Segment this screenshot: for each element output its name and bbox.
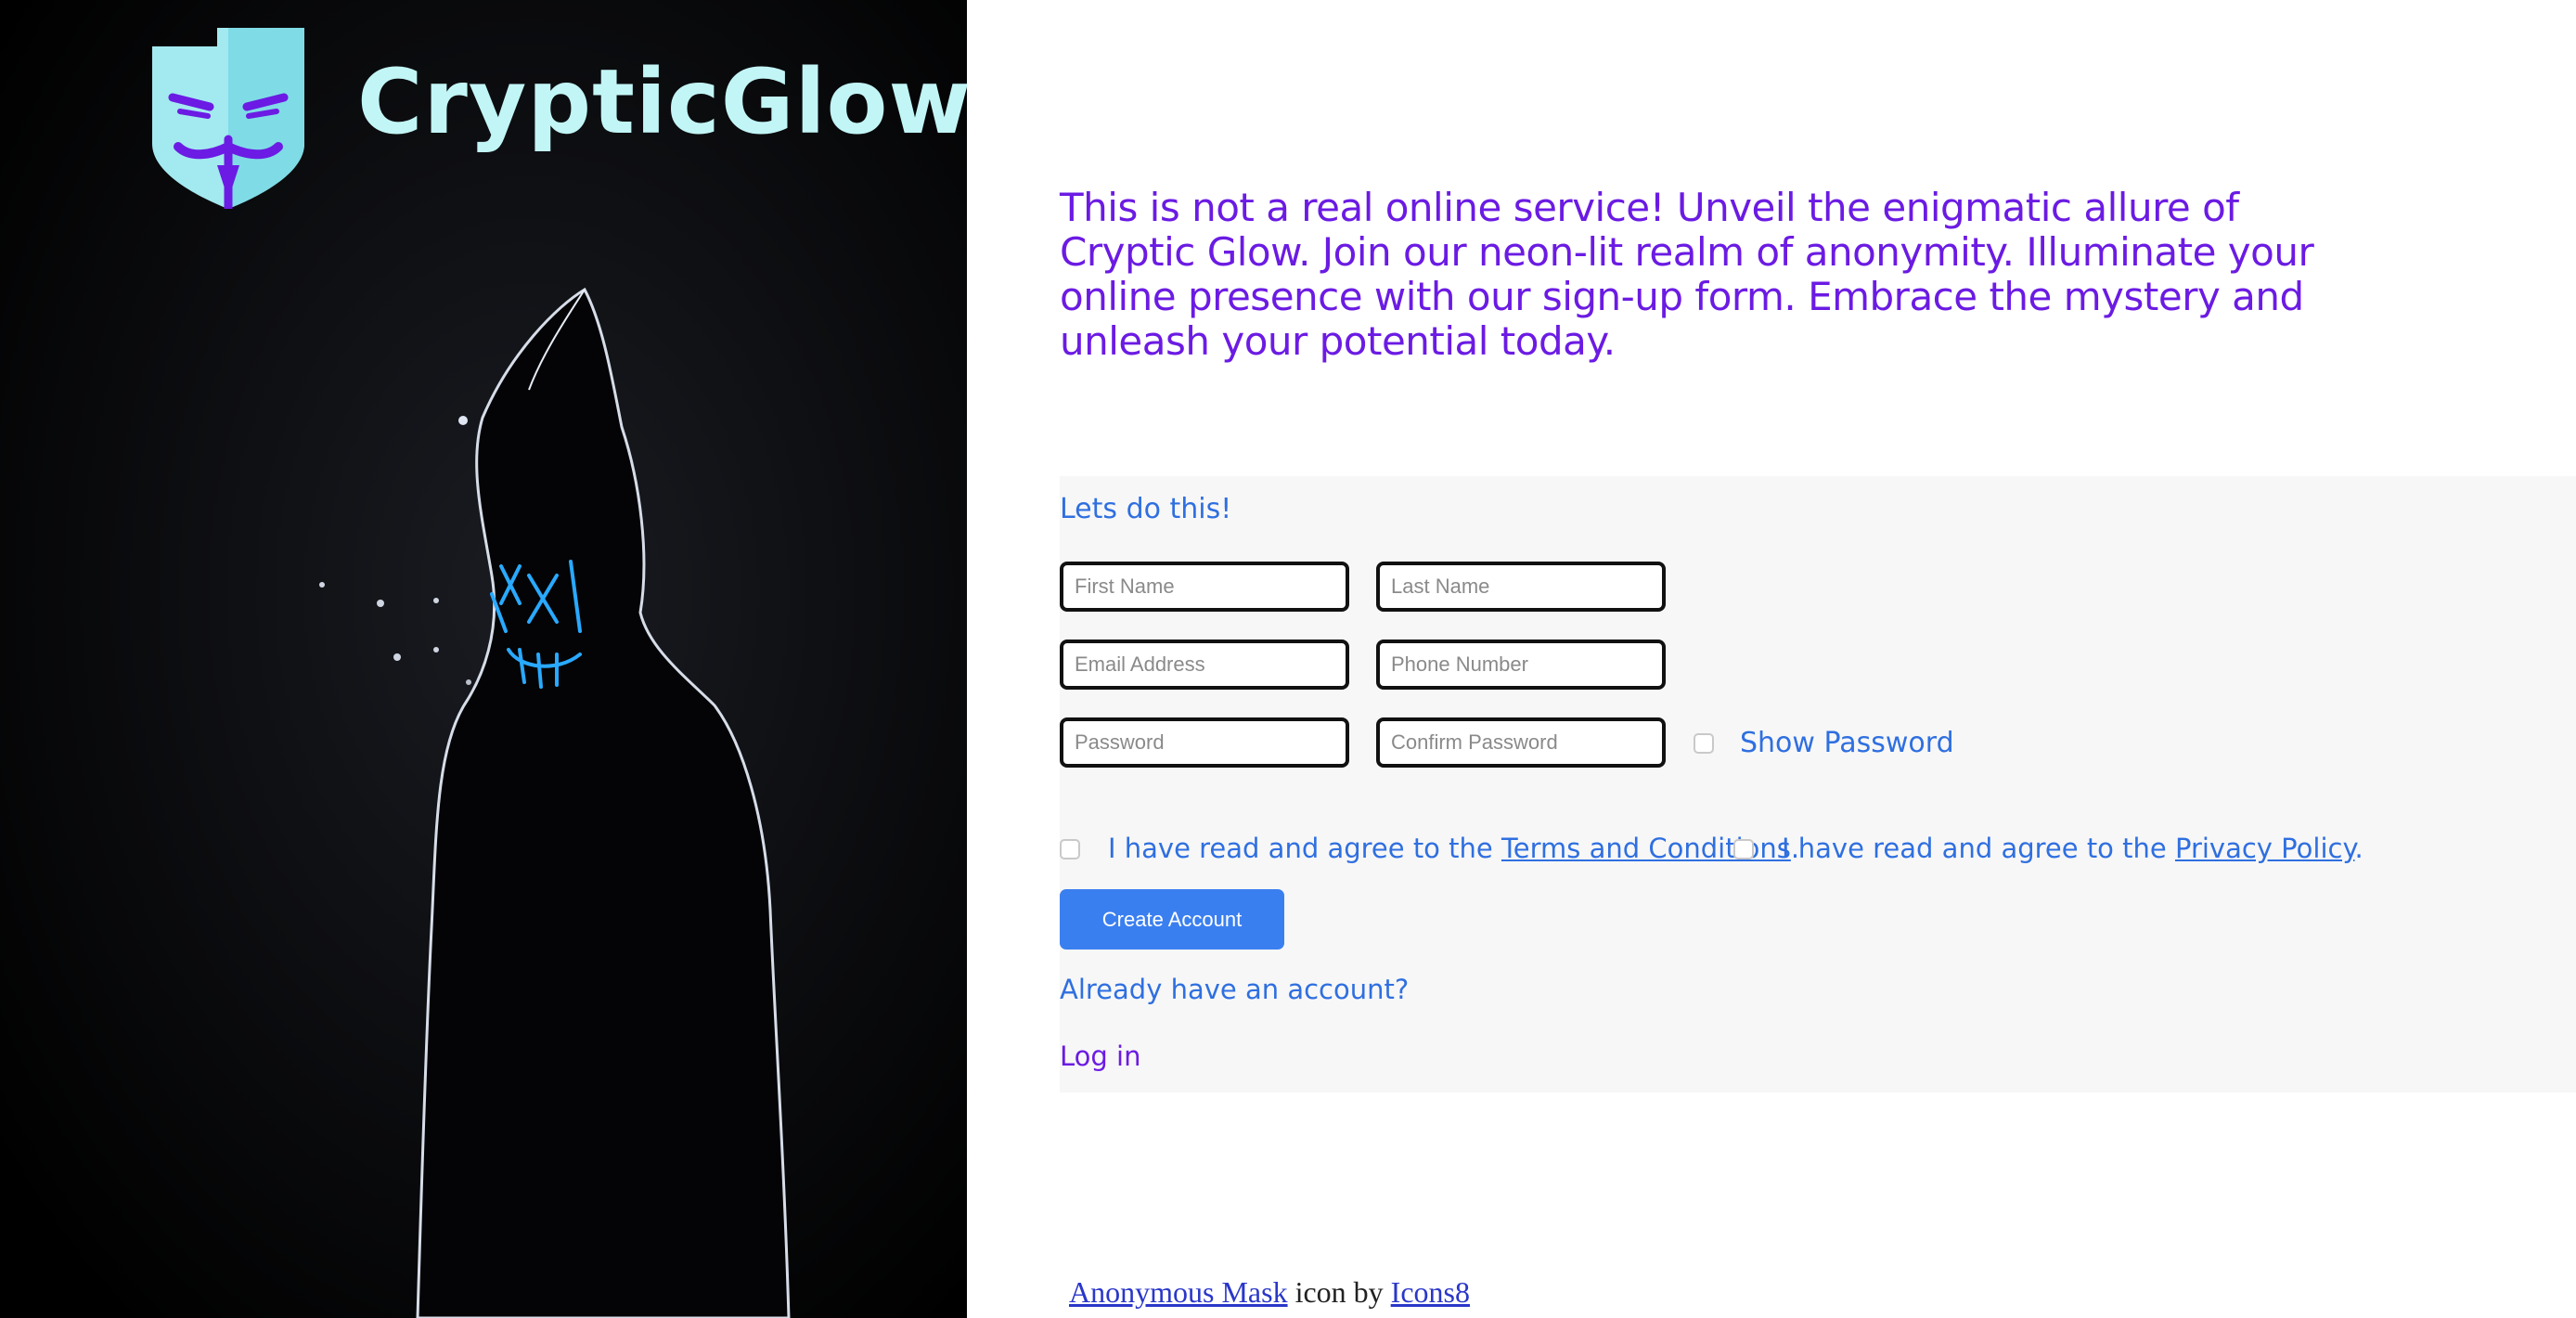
terms-checkbox[interactable] <box>1060 839 1080 859</box>
icons8-link[interactable]: Icons8 <box>1391 1275 1470 1309</box>
hooded-figure-image <box>0 0 967 1318</box>
privacy-suffix: . <box>2354 833 2363 864</box>
first-name-input[interactable] <box>1060 562 1349 612</box>
show-password-checkbox[interactable] <box>1694 733 1714 754</box>
email-input[interactable] <box>1060 640 1349 690</box>
anonymous-mask-link[interactable]: Anonymous Mask <box>1069 1275 1288 1309</box>
show-password-label[interactable]: Show Password <box>1740 727 1954 759</box>
privacy-link[interactable]: Privacy Policy <box>2175 833 2355 864</box>
intro-text: This is not a real online service! Unvei… <box>1060 185 2314 364</box>
hero-panel: CrypticGlow <box>0 0 967 1318</box>
credit-middle: icon by <box>1287 1275 1391 1309</box>
create-account-button[interactable]: Create Account <box>1060 889 1284 950</box>
brand-name: CrypticGlow <box>357 50 967 154</box>
form-heading: Lets do this! <box>1060 493 1232 525</box>
already-have-account-text: Already have an account? <box>1060 974 1410 1005</box>
terms-prefix: I have read and agree to the <box>1108 833 1501 864</box>
terms-agreement: I have read and agree to the Terms and C… <box>1108 833 1799 864</box>
privacy-prefix: I have read and agree to the <box>1782 833 2175 864</box>
password-input[interactable] <box>1060 717 1349 768</box>
anonymous-mask-icon <box>152 28 304 209</box>
last-name-input[interactable] <box>1376 562 1666 612</box>
log-in-link[interactable]: Log in <box>1060 1040 1140 1072</box>
confirm-password-input[interactable] <box>1376 717 1666 768</box>
phone-input[interactable] <box>1376 640 1666 690</box>
privacy-checkbox[interactable] <box>1733 839 1754 859</box>
signup-form: Lets do this! Show Password I have read … <box>1060 476 2576 1092</box>
privacy-agreement: I have read and agree to the Privacy Pol… <box>1782 833 2363 864</box>
icon-credit: Anonymous Mask icon by Icons8 <box>1069 1275 1470 1310</box>
